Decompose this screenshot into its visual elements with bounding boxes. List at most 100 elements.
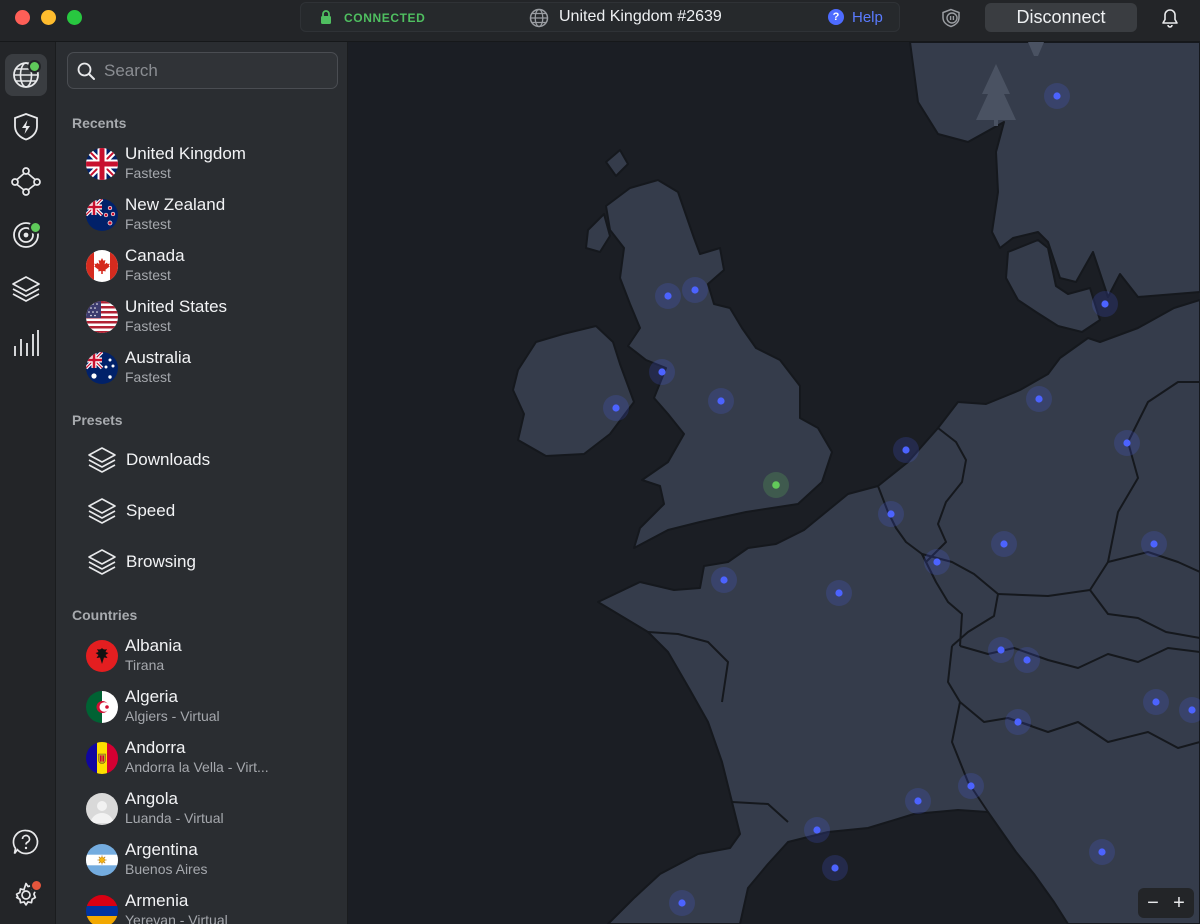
location-name: Algeria [125, 687, 178, 706]
country-armenia[interactable]: Armenia Yerevan - Virtual [84, 891, 334, 924]
server-marker[interactable] [1035, 395, 1043, 403]
server-marker[interactable] [1150, 540, 1158, 548]
meshnet-icon[interactable] [5, 160, 47, 202]
location-detail: Yerevan - Virtual [125, 912, 228, 924]
globe-icon [529, 8, 549, 33]
server-marker[interactable] [1152, 698, 1160, 706]
globe-icon[interactable] [5, 54, 47, 96]
server-marker[interactable] [678, 899, 686, 907]
angola-flag-icon [86, 793, 118, 825]
server-marker[interactable] [691, 286, 699, 294]
server-list-panel: Recents United Kingdom Fastest New Zeala… [56, 42, 348, 924]
preset-browsing[interactable]: Browsing [84, 540, 334, 586]
close-window-button[interactable] [15, 10, 30, 25]
location-name: Angola [125, 789, 178, 808]
server-marker[interactable] [1000, 540, 1008, 548]
server-marker[interactable] [831, 864, 839, 872]
server-marker[interactable] [835, 589, 843, 597]
location-detail: Buenos Aires [125, 861, 208, 877]
argentina-flag-icon [86, 844, 118, 876]
location-detail: Fastest [125, 369, 171, 385]
search-input[interactable] [102, 59, 331, 83]
uk-flag-icon [86, 148, 118, 180]
location-name: United States [125, 297, 228, 316]
country-andorra[interactable]: Andorra Andorra la Vella - Virt... [84, 738, 334, 784]
search-box[interactable] [67, 52, 338, 89]
server-marker[interactable] [720, 576, 728, 584]
location-name: Canada [125, 246, 185, 265]
layers-icon [86, 444, 118, 481]
armenia-flag-icon [86, 895, 118, 924]
server-marker[interactable] [612, 404, 620, 412]
zoom-in-button[interactable]: + [1168, 891, 1190, 915]
current-server: United Kingdom #2639 [559, 8, 722, 25]
recent-australia[interactable]: Australia Fastest [84, 348, 334, 394]
location-detail: Luanda - Virtual [125, 810, 224, 826]
country-angola[interactable]: Angola Luanda - Virtual [84, 789, 334, 835]
server-marker[interactable] [1123, 439, 1131, 447]
server-marker[interactable] [658, 368, 666, 376]
location-name: Andorra [125, 738, 186, 757]
zoom-out-button[interactable]: − [1142, 891, 1164, 915]
preset-name: Speed [126, 501, 176, 520]
status-dot [28, 60, 41, 73]
server-marker[interactable] [1014, 718, 1022, 726]
server-marker[interactable] [1188, 706, 1196, 714]
layers-icon[interactable] [5, 268, 47, 310]
countries-heading: Countries [72, 607, 138, 623]
country-albania[interactable]: Albania Tirana [84, 636, 334, 682]
server-marker[interactable] [1098, 848, 1106, 856]
new-zealand-flag-icon [86, 199, 118, 231]
status-dot [29, 221, 42, 234]
server-marker[interactable] [813, 826, 821, 834]
title-bar: CONNECTED United Kingdom #2639 ? Help Di… [0, 0, 1200, 42]
server-marker[interactable] [887, 510, 895, 518]
server-marker[interactable] [967, 782, 975, 790]
server-marker[interactable] [1101, 300, 1109, 308]
pause-shield-icon[interactable] [940, 8, 962, 33]
location-detail: Algiers - Virtual [125, 708, 220, 724]
layers-icon [86, 546, 118, 583]
server-marker[interactable] [902, 446, 910, 454]
server-marker[interactable] [914, 797, 922, 805]
location-detail: Fastest [125, 216, 171, 232]
albania-flag-icon [86, 640, 118, 672]
preset-speed[interactable]: Speed [84, 489, 334, 535]
location-name: Australia [125, 348, 192, 367]
presets-heading: Presets [72, 412, 123, 428]
preset-name: Browsing [126, 552, 196, 571]
settings-icon[interactable] [5, 874, 47, 916]
server-marker[interactable] [933, 558, 941, 566]
minimize-window-button[interactable] [41, 10, 56, 25]
recent-united-kingdom[interactable]: United Kingdom Fastest [84, 144, 334, 190]
europe-map[interactable] [348, 42, 1200, 924]
server-marker[interactable] [1053, 92, 1061, 100]
server-map[interactable]: − + [348, 42, 1200, 924]
target-icon[interactable] [5, 214, 47, 256]
recent-canada[interactable]: Canada Fastest [84, 246, 334, 292]
preset-name: Downloads [126, 450, 211, 469]
bell-icon[interactable] [1161, 8, 1179, 33]
shield-bolt-icon[interactable] [5, 106, 47, 148]
help-circle-icon[interactable] [5, 821, 47, 863]
disconnect-button[interactable]: Disconnect [985, 3, 1137, 32]
country-algeria[interactable]: Algeria Algiers - Virtual [84, 687, 334, 733]
help-icon[interactable]: ? [828, 9, 844, 25]
andorra-flag-icon [86, 742, 118, 774]
recent-united-states[interactable]: United States Fastest [84, 297, 334, 343]
server-marker[interactable] [997, 646, 1005, 654]
stats-icon[interactable] [5, 322, 47, 364]
connected-server-marker[interactable] [772, 481, 780, 489]
canada-flag-icon [86, 250, 118, 282]
recent-new-zealand[interactable]: New Zealand Fastest [84, 195, 334, 241]
us-flag-icon [86, 301, 118, 333]
help-link[interactable]: Help [852, 9, 883, 26]
server-marker[interactable] [1023, 656, 1031, 664]
server-marker[interactable] [717, 397, 725, 405]
preset-downloads[interactable]: Downloads [84, 438, 334, 484]
zoom-window-button[interactable] [67, 10, 82, 25]
server-marker[interactable] [664, 292, 672, 300]
location-detail: Fastest [125, 165, 171, 181]
layers-icon [86, 495, 118, 532]
country-argentina[interactable]: Argentina Buenos Aires [84, 840, 334, 886]
